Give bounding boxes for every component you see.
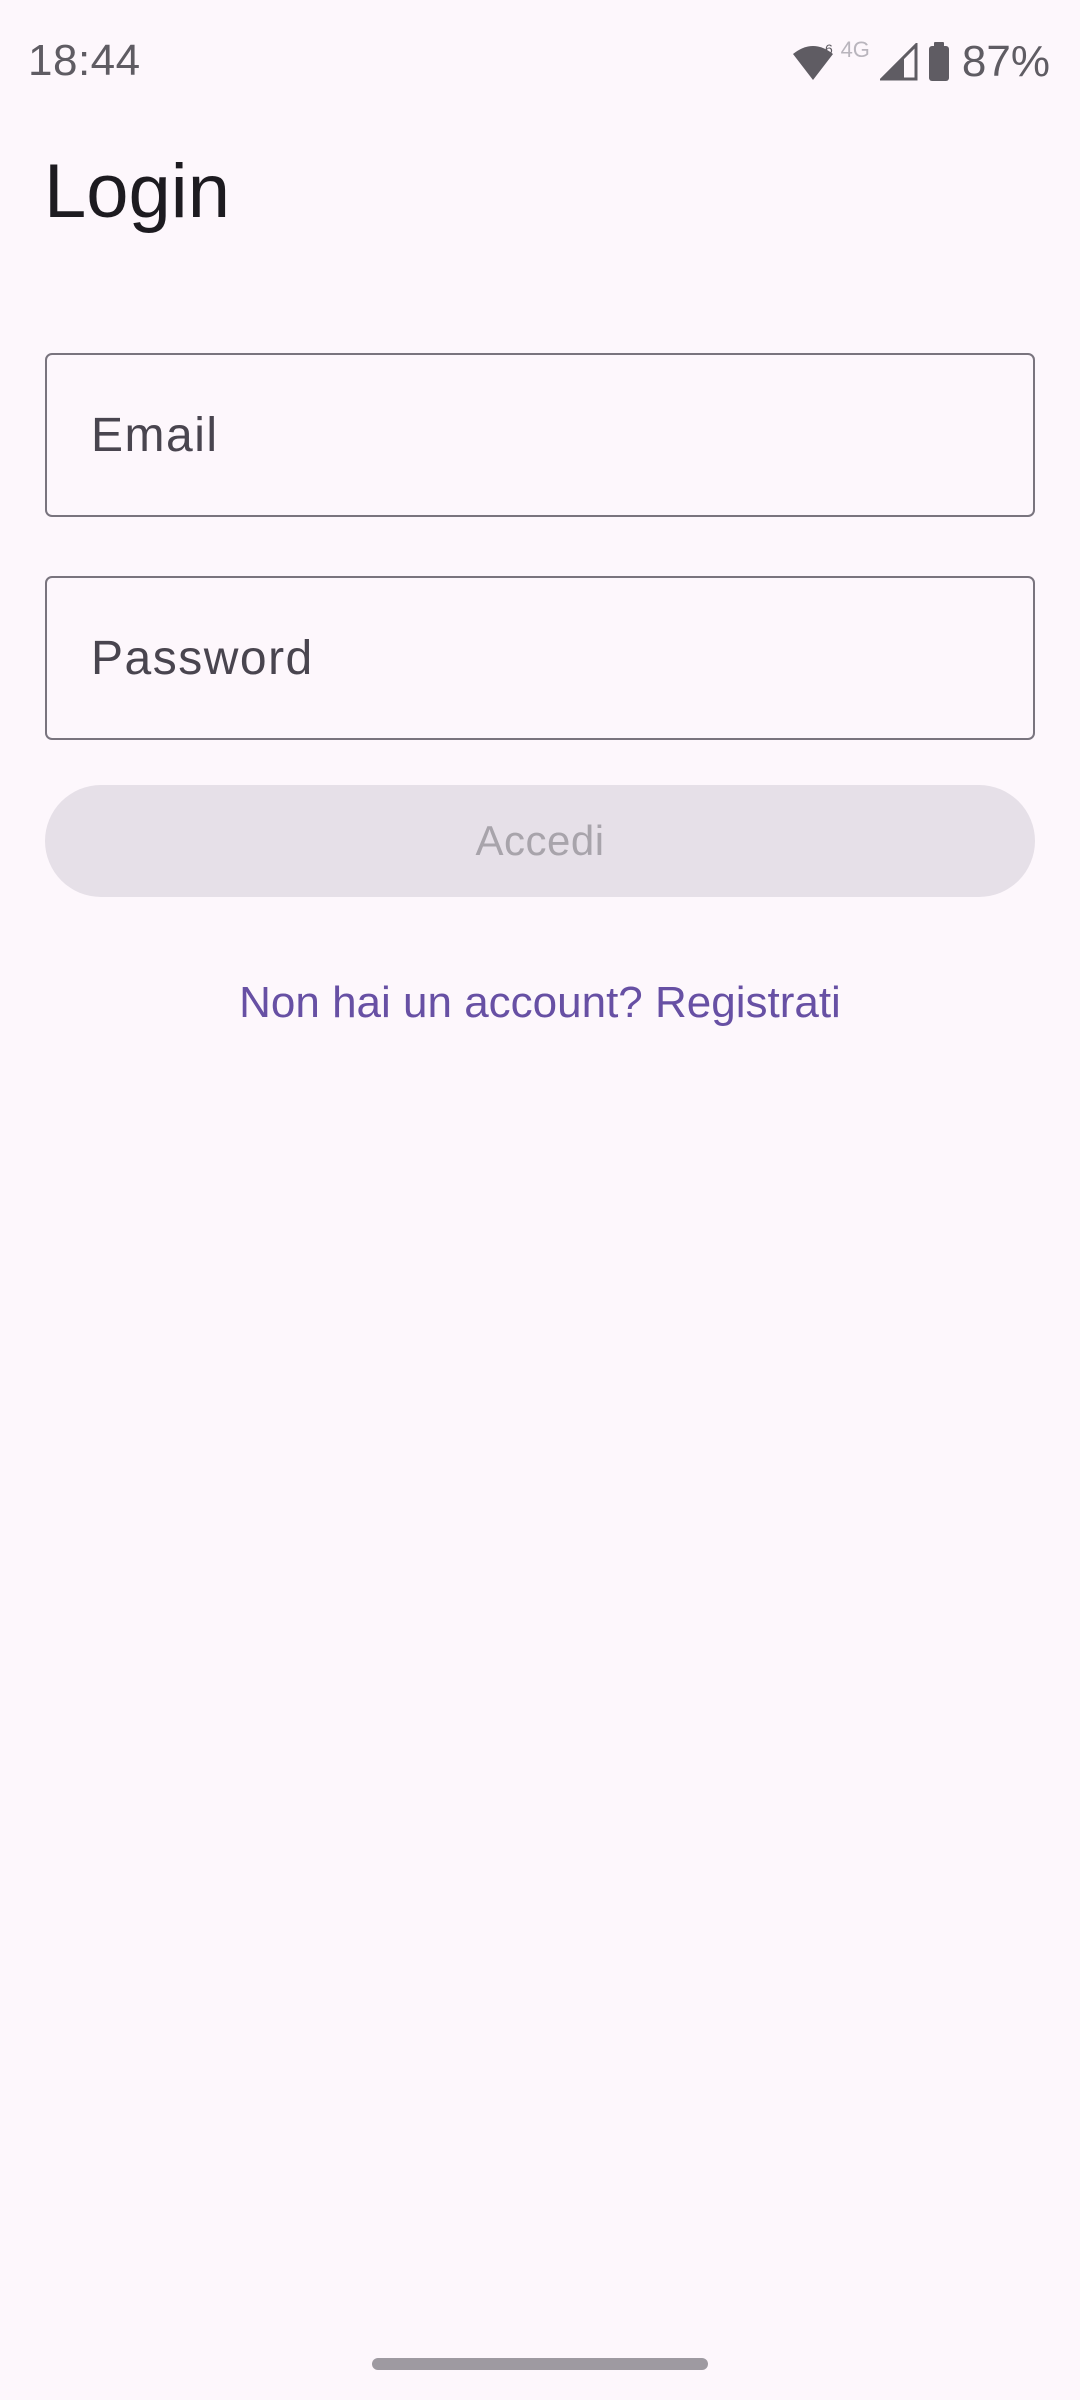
login-screen: 18:44 6 4G 87% Login Email Password Acce… (0, 0, 1080, 2400)
status-icons: 6 4G 87% (791, 36, 1050, 88)
svg-text:6: 6 (825, 42, 833, 57)
email-field[interactable]: Email (45, 353, 1035, 517)
login-button[interactable]: Accedi (45, 785, 1035, 897)
password-field-label: Password (91, 631, 314, 685)
register-link[interactable]: Non hai un account? Registrati (0, 978, 1080, 1028)
status-time: 18:44 (28, 36, 141, 85)
battery-icon (928, 42, 950, 82)
gesture-nav-handle[interactable] (372, 2358, 708, 2370)
email-field-label: Email (91, 408, 219, 462)
password-field[interactable]: Password (45, 576, 1035, 740)
page-title: Login (44, 149, 230, 234)
cellular-signal-icon (879, 43, 918, 81)
network-type-label: 4G (840, 37, 870, 62)
wifi-icon: 6 (791, 42, 835, 82)
battery-percent: 87% (961, 37, 1050, 86)
status-bar: 18:44 6 4G 87% (0, 0, 1080, 120)
